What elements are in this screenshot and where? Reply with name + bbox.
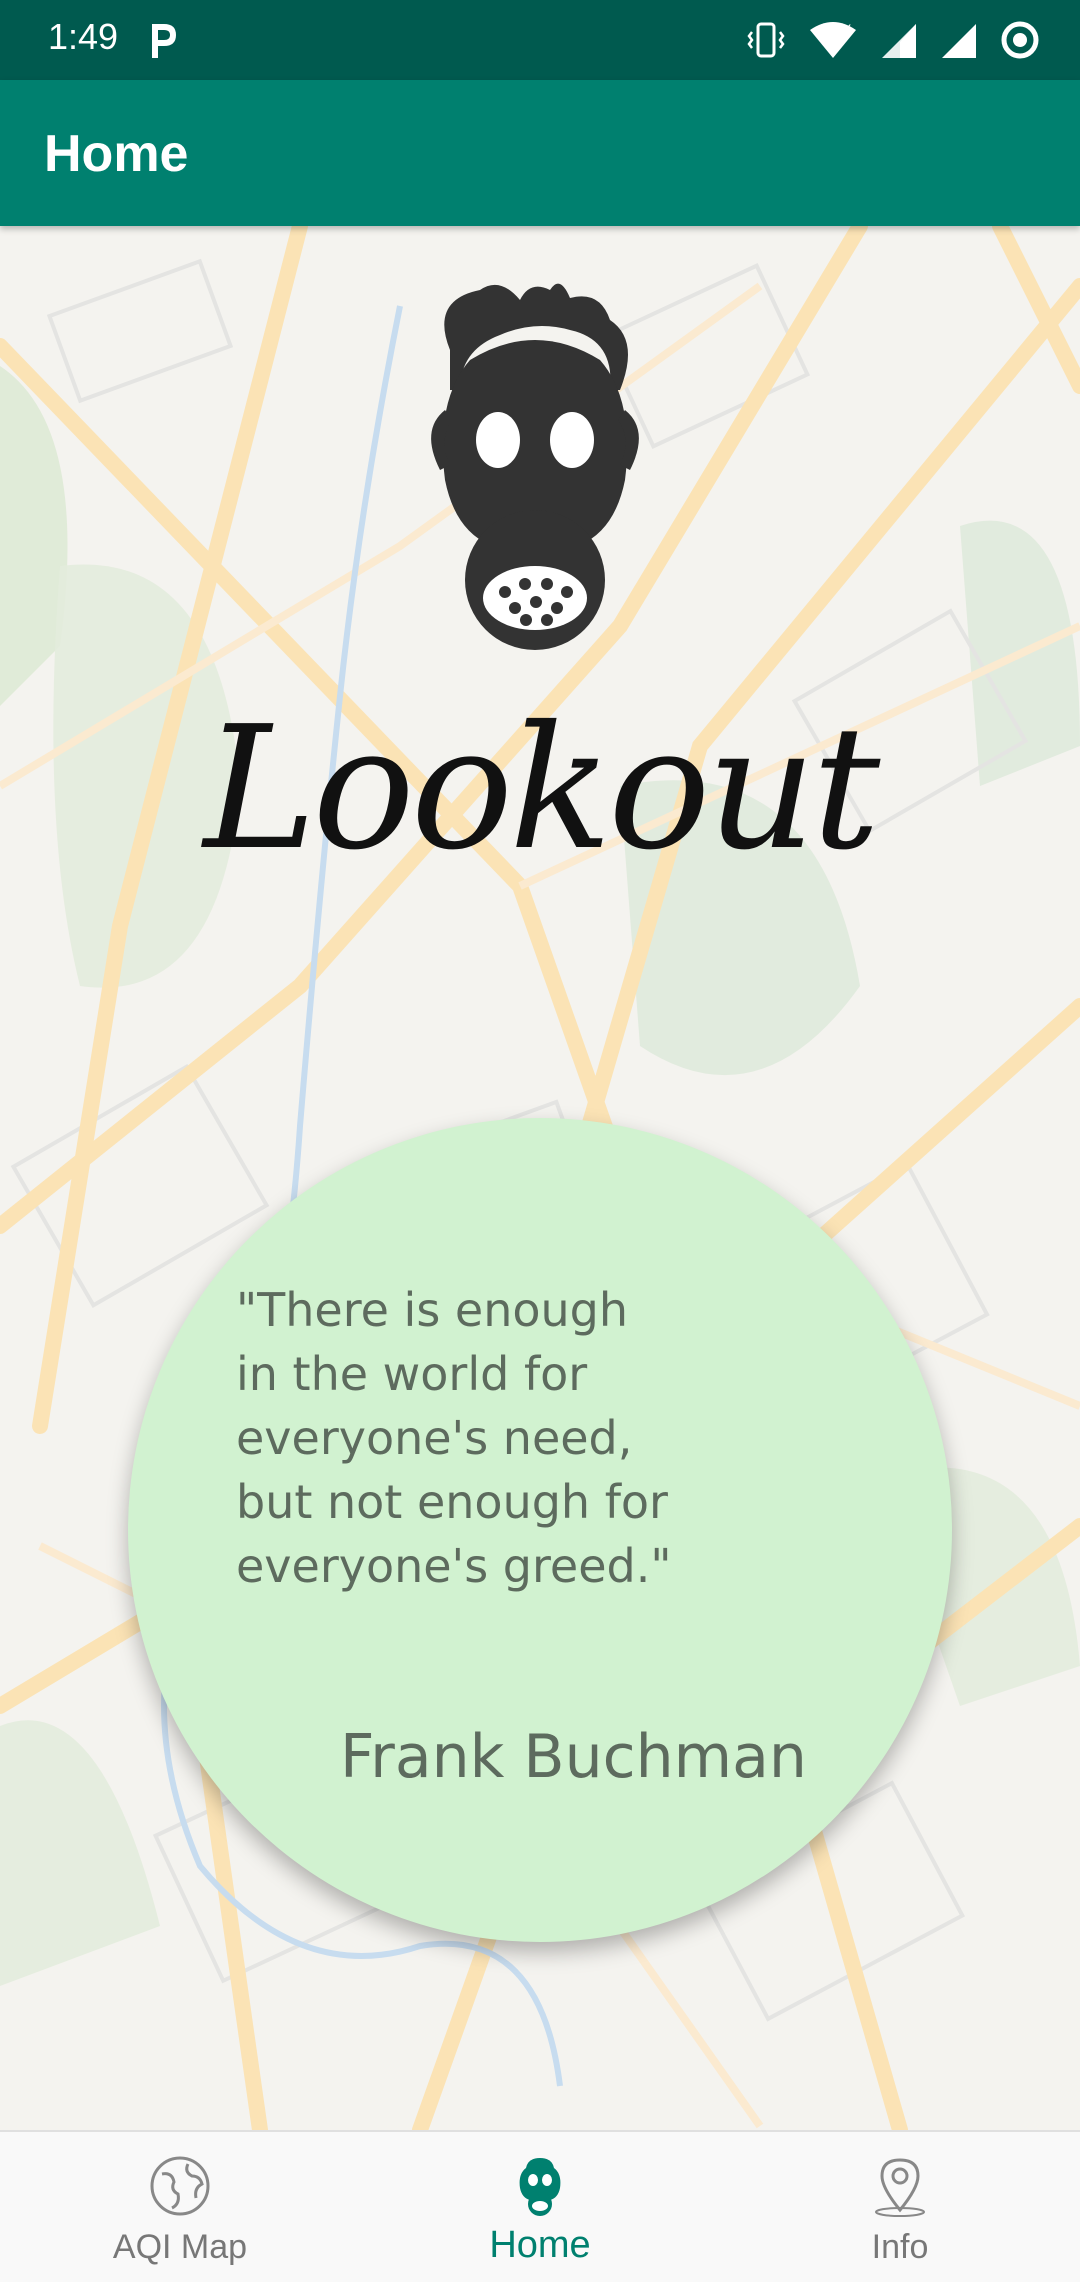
tab-info[interactable]: Info [720,2132,1080,2282]
page-title: Home [44,125,189,183]
tab-home[interactable]: Home [360,2132,720,2282]
status-time: 1:49 [48,16,119,57]
signal-icon [942,24,976,58]
quote-author: Frank Buchman [340,1722,807,1792]
gas-mask-icon [519,2158,561,2216]
tab-info-label: Info [871,2228,929,2266]
svg-text:x: x [844,20,851,35]
status-bar: 1:49 x [0,0,1080,80]
tab-aqi-map[interactable]: AQI Map [0,2132,360,2282]
signal-icon [882,24,916,58]
gas-mask-icon [431,283,639,650]
status-icons: x [746,18,1040,62]
location-pin-icon [875,2158,925,2217]
quote-text: "There is enough in the world for everyo… [236,1283,672,1593]
globe-icon [150,2156,210,2216]
parking-p-icon [152,24,176,58]
target-icon [1001,21,1039,59]
bottom-navigation: AQI Map Home Info [0,2130,1080,2282]
app-brand-name: Lookout [203,690,881,888]
wifi-icon: x [810,20,856,58]
tab-aqi-map-label: AQI Map [112,2228,248,2266]
vibrate-icon [747,22,785,58]
tab-home-label: Home [489,2224,591,2266]
app-bar: Home [0,80,1080,226]
